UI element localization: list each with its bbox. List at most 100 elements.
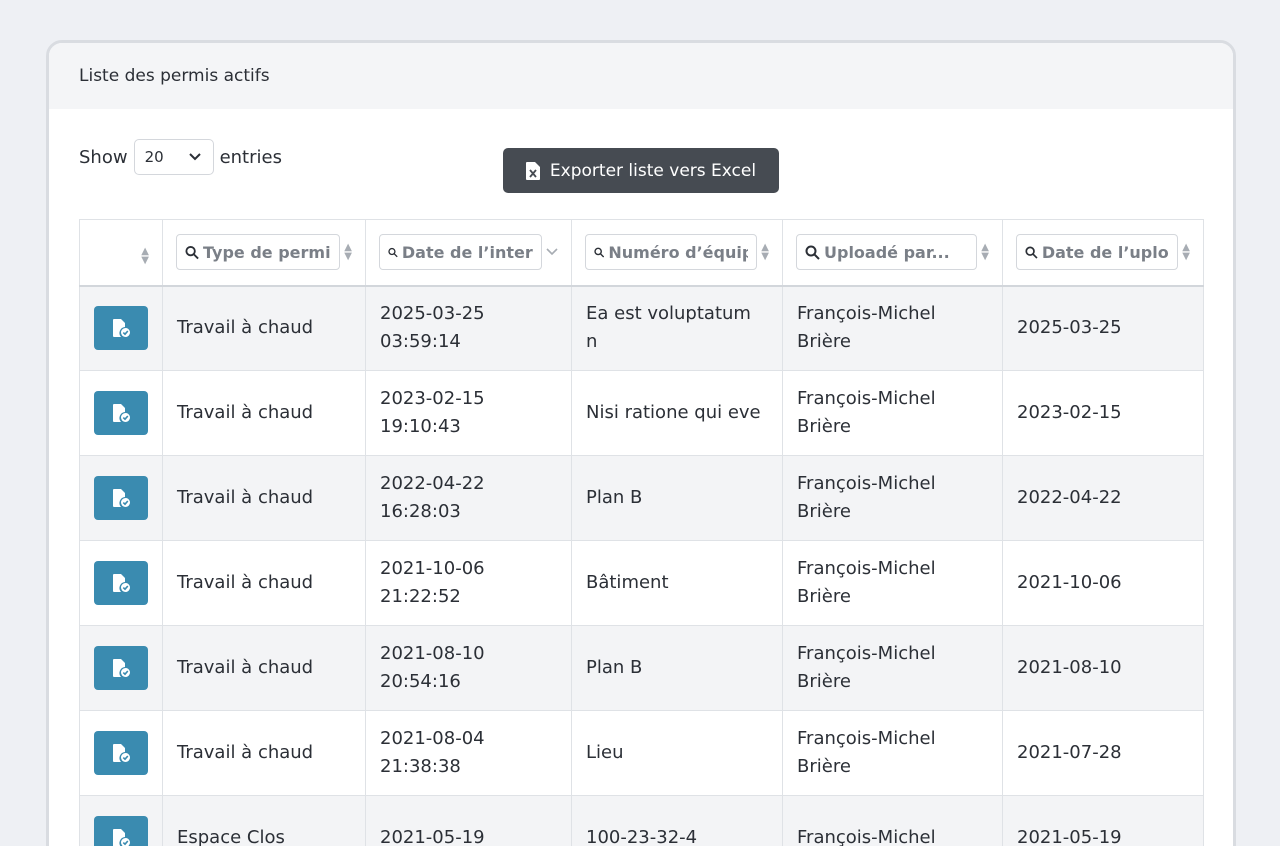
action-cell: [79, 710, 163, 796]
file-check-icon: [113, 404, 130, 422]
cell-uploader: François-Michel Brière: [782, 370, 1003, 456]
chevron-down-icon: [188, 153, 201, 161]
file-check-icon: [113, 744, 130, 762]
filter-uploader-input[interactable]: Uploadé par...: [796, 234, 978, 271]
sort-icon[interactable]: ▲ ▼: [344, 243, 352, 262]
cell-type: Travail à chaud: [162, 540, 366, 626]
table-row: Travail à chaud 2021-08-10 20:54:16 Plan…: [79, 625, 1204, 711]
filter-uploader-header: Uploadé par... ▲ ▼: [782, 219, 1003, 287]
filter-type-header: Type de permis ▲ ▼: [162, 219, 366, 287]
view-permit-button[interactable]: [94, 731, 148, 775]
cell-upload-date: 2021-05-19: [1002, 795, 1204, 846]
cell-uploader: François-Michel Brière: [782, 710, 1003, 796]
view-permit-button[interactable]: [94, 646, 148, 690]
file-check-icon: [113, 659, 130, 677]
sort-icon: ▲ ▼: [141, 246, 149, 267]
cell-upload-date: 2022-04-22: [1002, 455, 1204, 541]
cell-upload-date: 2025-03-25: [1002, 285, 1204, 371]
permits-table: ▲▼ Type de permis ▲▼ Date de l’intervent…: [79, 219, 1204, 846]
filter-numero-input[interactable]: Numéro d’équipement: [585, 234, 758, 271]
entries-label: entries: [219, 146, 282, 168]
search-icon: [805, 245, 820, 260]
export-excel-button[interactable]: Exporter liste vers Excel: [503, 148, 779, 193]
action-cell: [79, 285, 163, 371]
cell-upload-date: 2023-02-15: [1002, 370, 1204, 456]
filter-type-input[interactable]: Type de permis: [176, 234, 341, 271]
filter-upload-date-header: Date de l’upload ▲▼: [1002, 219, 1204, 287]
cell-uploader: François-Michel: [782, 795, 1003, 846]
show-label: Show: [79, 146, 128, 168]
cell-uploader: François-Michel Brière: [782, 625, 1003, 711]
cell-numero: Nisi ratione qui eve: [571, 370, 783, 456]
table-row: Travail à chaud 2023-02-15 19:10:43 Nisi…: [79, 370, 1204, 456]
table-row: Travail à chaud 2021-08-04 21:38:38 Lieu…: [79, 710, 1204, 796]
sort-icon[interactable]: ▲ ▼: [761, 243, 769, 262]
view-permit-button[interactable]: [94, 391, 148, 435]
cell-numero: 100-23-32-4: [571, 795, 783, 846]
sort-desc-icon[interactable]: [546, 248, 558, 256]
cell-uploader: François-Michel Brière: [782, 455, 1003, 541]
filter-date-input[interactable]: Date de l’intervention: [379, 234, 542, 271]
action-cell: [79, 540, 163, 626]
filter-type-placeholder: Type de permis: [203, 242, 332, 262]
entries-select-value: 20: [144, 148, 164, 166]
action-cell: [79, 455, 163, 541]
sort-icon[interactable]: ▲ ▼: [981, 243, 989, 262]
cell-date: 2021-05-19: [365, 795, 572, 846]
filter-row: ▲▼ Type de permis ▲▼ Date de l’intervent…: [79, 219, 1204, 287]
view-permit-button[interactable]: [94, 816, 148, 846]
cell-numero: Bâtiment: [571, 540, 783, 626]
filter-upload-date-input[interactable]: Date de l’upload: [1016, 234, 1179, 271]
cell-date: 2021-08-04 21:38:38: [365, 710, 572, 796]
cell-numero: Lieu: [571, 710, 783, 796]
table-row: Travail à chaud 2022-04-22 16:28:03 Plan…: [79, 455, 1204, 541]
export-button-label: Exporter liste vers Excel: [549, 160, 757, 181]
file-check-icon: [113, 574, 130, 592]
cell-date: 2023-02-15 19:10:43: [365, 370, 572, 456]
cell-type: Travail à chaud: [162, 625, 366, 711]
file-check-icon: [113, 829, 130, 846]
cell-type: Espace Clos: [162, 795, 366, 846]
cell-type: Travail à chaud: [162, 285, 366, 371]
file-check-icon: [113, 319, 130, 338]
cell-numero: Plan B: [571, 625, 783, 711]
cell-upload-date: 2021-10-06: [1002, 540, 1204, 626]
length-control: Show 20 entries: [79, 139, 282, 175]
permits-card: Liste des permis actifs Show 20 entries …: [46, 40, 1236, 846]
table-row: Travail à chaud 2021-10-06 21:22:52 Bâti…: [79, 540, 1204, 626]
cell-uploader: François-Michel Brière: [782, 540, 1003, 626]
table-body: Travail à chaud 2025-03-25 03:59:14 Ea e…: [79, 285, 1204, 846]
cell-uploader: François-Michel Brière: [782, 285, 1003, 371]
action-cell: [79, 370, 163, 456]
excel-file-icon: [525, 161, 540, 180]
file-check-icon: [113, 489, 130, 507]
cell-numero: Ea est voluptatum n: [571, 285, 783, 371]
sort-icon[interactable]: ▲ ▼: [1182, 243, 1190, 262]
search-icon: [185, 245, 199, 259]
filter-numero-placeholder: Numéro d’équipement: [608, 242, 748, 262]
cell-upload-date: 2021-07-28: [1002, 710, 1204, 796]
table-row: Travail à chaud 2025-03-25 03:59:14 Ea e…: [79, 285, 1204, 371]
cell-numero: Plan B: [571, 455, 783, 541]
cell-date: 2022-04-22 16:28:03: [365, 455, 572, 541]
filter-upload-date-placeholder: Date de l’upload: [1041, 242, 1169, 262]
card-header: Liste des permis actifs: [49, 43, 1233, 109]
filter-date-placeholder: Date de l’intervention: [401, 242, 533, 262]
table-row: Espace Clos 2021-05-19 100-23-32-4 Franç…: [79, 795, 1204, 846]
filter-date-header: Date de l’intervention: [365, 219, 572, 287]
view-permit-button[interactable]: [94, 476, 148, 520]
cell-upload-date: 2021-08-10: [1002, 625, 1204, 711]
action-column-header[interactable]: ▲ ▼: [79, 219, 163, 287]
cell-type: Travail à chaud: [162, 370, 366, 456]
view-permit-button[interactable]: [94, 561, 148, 605]
action-cell: [79, 795, 163, 846]
view-permit-button[interactable]: [94, 306, 148, 351]
card-title: Liste des permis actifs: [79, 66, 270, 86]
search-icon: [1025, 246, 1038, 259]
cell-date: 2021-10-06 21:22:52: [365, 540, 572, 626]
entries-select[interactable]: 20: [133, 139, 214, 175]
filter-numero-header: Numéro d’équipement ▲▼: [571, 219, 783, 287]
cell-date: 2021-08-10 20:54:16: [365, 625, 572, 711]
cell-type: Travail à chaud: [162, 710, 366, 796]
action-cell: [79, 625, 163, 711]
